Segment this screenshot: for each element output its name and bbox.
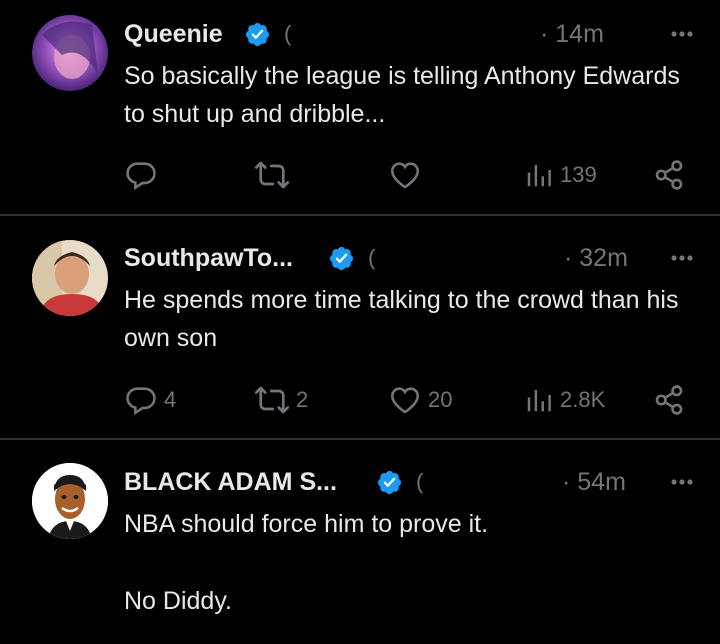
- more-options-icon[interactable]: [664, 240, 700, 276]
- verified-badge-icon: [328, 245, 355, 272]
- tweet-text: NBA should force him to prove it.: [124, 510, 489, 538]
- tweet-text: No Diddy.: [124, 587, 232, 615]
- tweet-card[interactable]: Queenie ( · 14m So basically the league …: [0, 0, 720, 214]
- repost-button[interactable]: [254, 157, 290, 193]
- like-button[interactable]: [388, 157, 422, 193]
- analytics-icon: [524, 158, 554, 192]
- repost-icon: [254, 382, 290, 418]
- tweet-header: SouthpawTo... ( · 32m: [124, 240, 700, 276]
- like-count: 20: [428, 387, 453, 412]
- avatar[interactable]: [32, 463, 108, 539]
- views-count: 139: [560, 162, 597, 187]
- avatar[interactable]: [32, 240, 108, 316]
- reply-icon: [124, 158, 158, 192]
- author-handle[interactable]: (: [368, 240, 375, 276]
- author-name[interactable]: SouthpawTo...: [124, 240, 293, 276]
- repost-icon: [254, 157, 290, 193]
- repost-count: 2: [296, 387, 309, 412]
- share-button[interactable]: [652, 157, 686, 193]
- tweet-text: So basically the league is telling Antho…: [124, 62, 680, 128]
- tweet-text: He spends more time talking to the crowd…: [124, 286, 679, 352]
- heart-icon: [388, 383, 422, 417]
- reply-button[interactable]: [124, 157, 158, 193]
- repost-button[interactable]: 2: [254, 382, 308, 418]
- views-count: 2.8K: [560, 387, 606, 412]
- share-button[interactable]: [652, 382, 686, 418]
- verified-badge-icon: [244, 21, 271, 48]
- heart-icon: [388, 158, 422, 192]
- views-button[interactable]: 2.8K: [524, 382, 605, 418]
- author-handle[interactable]: (: [284, 16, 291, 52]
- reply-count: 4: [164, 387, 177, 412]
- reply-icon: [124, 383, 158, 417]
- tweet-card[interactable]: BLACK ADAM S... ( · 54m NBA should force…: [0, 440, 720, 644]
- avatar[interactable]: [32, 15, 108, 91]
- tweet-card[interactable]: SouthpawTo... ( · 32m He spends more tim…: [0, 216, 720, 438]
- action-bar: 139: [124, 157, 700, 193]
- timestamp[interactable]: · 14m: [540, 16, 604, 52]
- author-name[interactable]: BLACK ADAM S...: [124, 464, 337, 500]
- share-icon: [652, 158, 686, 192]
- verified-badge-icon: [376, 469, 403, 496]
- timestamp[interactable]: · 54m: [562, 464, 626, 500]
- views-button[interactable]: 139: [524, 157, 597, 193]
- author-name[interactable]: Queenie: [124, 16, 223, 52]
- author-handle[interactable]: (: [416, 464, 423, 500]
- more-options-icon[interactable]: [664, 16, 700, 52]
- tweet-header: BLACK ADAM S... ( · 54m: [124, 464, 700, 500]
- analytics-icon: [524, 383, 554, 417]
- action-bar: 4 2 20 2.8K: [124, 382, 700, 418]
- timestamp[interactable]: · 32m: [564, 240, 628, 276]
- more-options-icon[interactable]: [664, 464, 700, 500]
- like-button[interactable]: 20: [388, 382, 452, 418]
- reply-button[interactable]: 4: [124, 382, 176, 418]
- share-icon: [652, 383, 686, 417]
- tweet-header: Queenie ( · 14m: [124, 16, 700, 52]
